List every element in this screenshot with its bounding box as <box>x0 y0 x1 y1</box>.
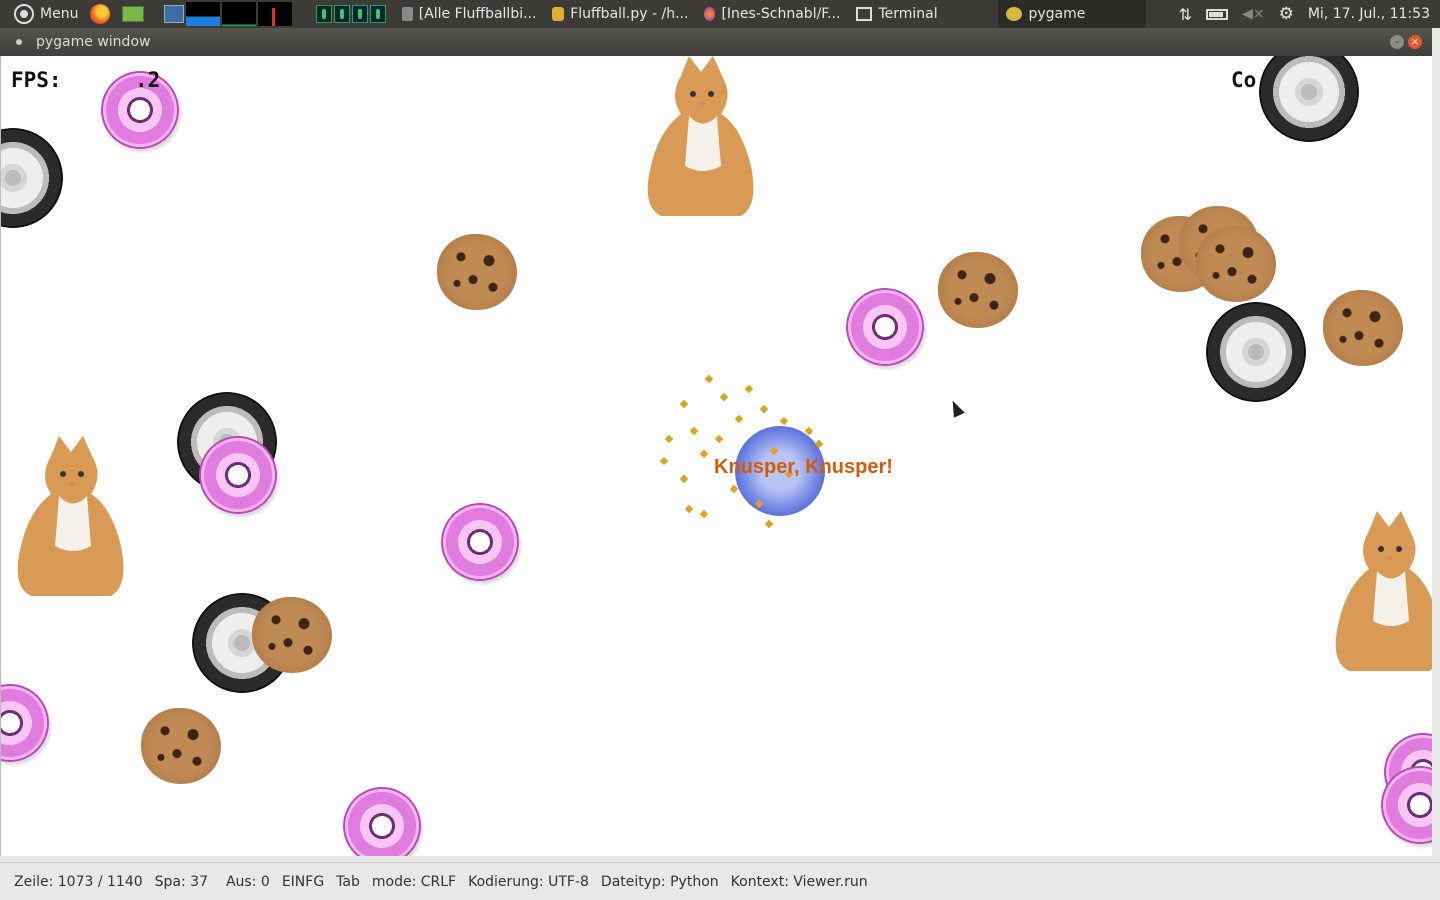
wheel-sprite <box>1206 302 1306 402</box>
workspace-3[interactable] <box>352 5 369 23</box>
status-line-endings[interactable]: mode: CRLF <box>372 874 456 890</box>
cat-sprite <box>17 436 124 596</box>
settings-gear-icon[interactable]: ⚙ <box>1279 4 1294 24</box>
task-label: pygame <box>1028 6 1086 22</box>
mouse-cursor-icon <box>947 398 965 418</box>
python-file-icon <box>552 7 565 21</box>
pygame-icon <box>1006 7 1023 21</box>
fps-label: FPS: <box>11 68 62 92</box>
menu-button[interactable]: Menu <box>0 0 84 28</box>
game-canvas[interactable]: FPS: .2 Co s:0 <box>0 56 1432 856</box>
task-label: [Ines-Schnabl/F... <box>721 6 841 22</box>
folder-icon <box>402 7 413 21</box>
window-title: pygame window <box>36 34 151 50</box>
crumb-particle <box>764 519 774 529</box>
status-encoding[interactable]: Kodierung: UTF-8 <box>468 874 589 890</box>
task-editor[interactable]: Fluffball.py - /h... <box>544 0 696 28</box>
workspace-1[interactable] <box>316 5 333 23</box>
crumb-particle <box>664 434 674 444</box>
wheel-sprite <box>1 128 63 228</box>
donut-sprite <box>846 288 924 366</box>
crumb-particle <box>699 509 709 519</box>
donut-sprite <box>441 503 519 581</box>
crumb-particle <box>719 392 729 402</box>
status-context: Kontext: Viewer.run <box>730 873 868 890</box>
fps-value: .2 <box>135 68 161 92</box>
status-column: Spa: 37 <box>154 873 208 890</box>
crumb-particle <box>684 504 694 514</box>
system-monitor[interactable] <box>150 0 298 28</box>
crumb-particle <box>679 399 689 409</box>
task-label: Terminal <box>878 6 938 22</box>
status-filetype[interactable]: Dateityp: Python <box>601 874 719 890</box>
cookie-sprite <box>1196 226 1276 302</box>
network-arrows-icon[interactable]: ⇅ <box>1179 5 1192 24</box>
cookie-sprite <box>141 708 221 784</box>
firefox-launcher[interactable] <box>84 0 116 28</box>
donut-sprite <box>199 436 277 514</box>
crumb-particle <box>759 404 769 414</box>
firefox-icon <box>704 7 716 21</box>
terminal-icon <box>856 7 873 21</box>
crumb-particle <box>744 384 754 394</box>
cat-sprite <box>647 56 754 216</box>
donut-sprite <box>1 684 49 762</box>
cpu-graph <box>186 2 221 26</box>
workspace-4[interactable] <box>370 5 387 23</box>
menu-label: Menu <box>40 6 79 22</box>
clock[interactable]: Mi, 17. Jul., 11:53 <box>1308 6 1430 22</box>
window-menu-icon[interactable] <box>16 39 22 45</box>
crumb-particle <box>659 456 669 466</box>
status-selection: Aus: 0 <box>225 873 270 890</box>
crumb-particle <box>779 416 789 426</box>
crumb-particle <box>699 449 709 459</box>
status-indent[interactable]: Tab <box>336 874 360 890</box>
window-titlebar[interactable]: pygame window – × <box>0 28 1432 56</box>
task-label: [Alle Fluffballbi... <box>418 6 537 22</box>
top-panel: Menu [Alle Fluffballbi... Fluffball.py -… <box>0 0 1440 28</box>
workspace-switcher[interactable] <box>316 5 387 23</box>
task-terminal[interactable]: Terminal <box>848 0 998 28</box>
crumb-particle <box>734 414 744 424</box>
close-button[interactable]: × <box>1408 35 1422 49</box>
minimize-button[interactable]: – <box>1390 35 1404 49</box>
system-tray: ⇅ ◀× ⚙ Mi, 17. Jul., 11:53 <box>1179 4 1440 24</box>
app-icon <box>122 6 145 22</box>
task-pygame[interactable]: pygame <box>998 0 1147 28</box>
status-insert-mode[interactable]: EINFG <box>282 874 324 890</box>
task-file-manager[interactable]: [Alle Fluffballbi... <box>394 0 544 28</box>
battery-icon[interactable] <box>1206 8 1229 20</box>
cookie-sprite <box>1323 290 1403 366</box>
crumb-particle <box>704 374 714 384</box>
monitor-icon <box>164 5 185 23</box>
task-label: Fluffball.py - /h... <box>570 6 689 22</box>
cookie-sprite <box>938 252 1018 328</box>
cookie-sprite <box>437 234 517 310</box>
crumb-particle <box>714 434 724 444</box>
crumb-particle <box>689 426 699 436</box>
firefox-icon <box>90 4 111 24</box>
task-browser[interactable]: [Ines-Schnabl/F... <box>696 0 848 28</box>
workspace-2[interactable] <box>334 5 351 23</box>
wheel-sprite <box>1259 56 1359 142</box>
memory-graph <box>222 2 257 26</box>
volume-muted-icon[interactable]: ◀× <box>1242 6 1265 22</box>
app-launcher[interactable] <box>116 0 150 28</box>
editor-statusbar: Zeile: 1073 / 1140 Spa: 37 Aus: 0 EINFG … <box>0 862 1440 900</box>
knusper-message: Knusper, Knusper! <box>714 456 893 478</box>
crumb-particle <box>679 474 689 484</box>
cookie-sprite <box>252 597 332 673</box>
menu-logo-icon <box>14 4 34 24</box>
cat-sprite <box>1335 511 1432 671</box>
network-graph <box>258 2 293 26</box>
donut-sprite <box>343 787 421 856</box>
status-line: Zeile: 1073 / 1140 <box>14 873 143 890</box>
